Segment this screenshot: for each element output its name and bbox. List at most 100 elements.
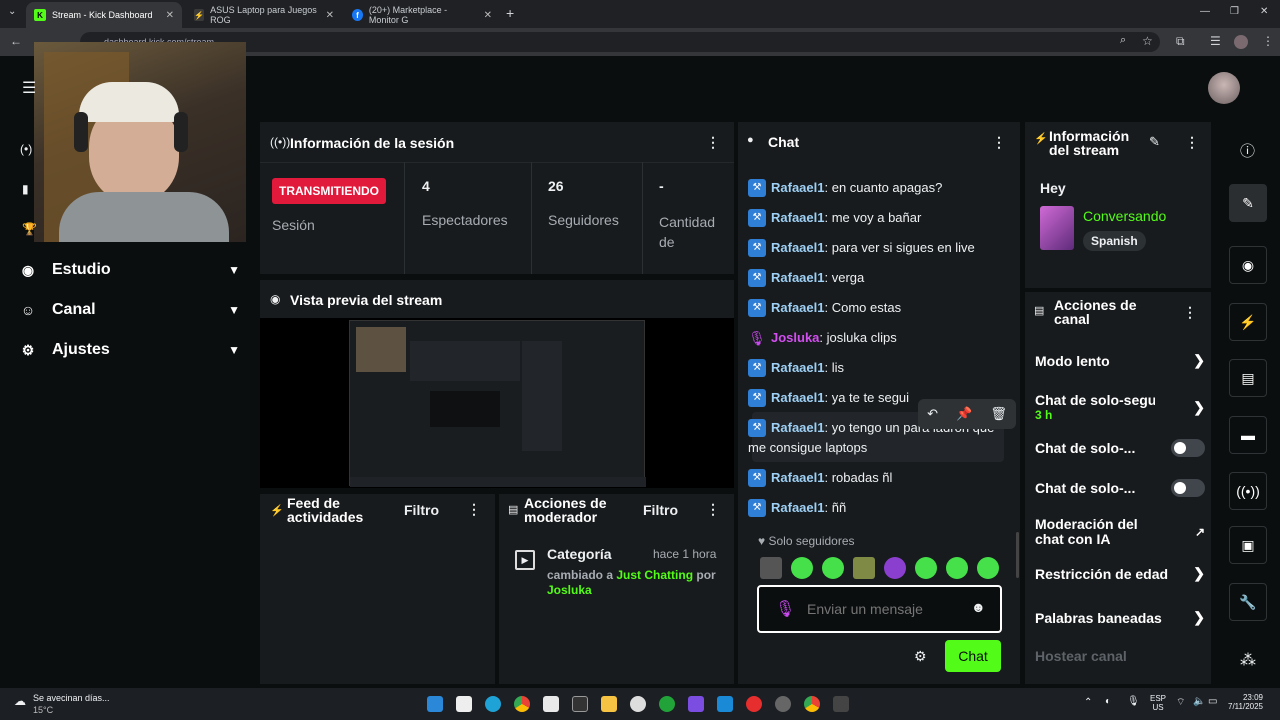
user-avatar[interactable] xyxy=(1208,72,1240,104)
close-window-icon[interactable]: ✕ xyxy=(1260,6,1268,17)
emote-icon[interactable] xyxy=(791,557,813,579)
chat-username[interactable]: Rafaael1 xyxy=(771,360,824,375)
chat-message-input[interactable] xyxy=(807,597,957,621)
category-name[interactable]: Conversando xyxy=(1083,208,1166,224)
weather-text[interactable]: Se avecinan días... xyxy=(33,693,110,703)
kebab-menu-icon[interactable]: ⋮ xyxy=(706,501,720,518)
xbox-icon[interactable] xyxy=(659,696,675,712)
emote-icon[interactable] xyxy=(822,557,844,579)
chat-input-box[interactable]: 🎙 ☻ xyxy=(757,585,1002,633)
logitech-icon[interactable] xyxy=(833,696,849,712)
battery-icon[interactable]: ▭ xyxy=(1208,696,1217,707)
chat-username[interactable]: Rafaael1 xyxy=(771,470,824,485)
clock[interactable]: 23:09 7/11/2025 xyxy=(1227,693,1263,711)
kebab-menu-icon[interactable]: ⋮ xyxy=(706,134,720,151)
notes-rail-icon[interactable]: ▤ xyxy=(1229,359,1267,397)
wifi-icon[interactable]: ⌔ xyxy=(1176,696,1185,709)
emote-icon[interactable] xyxy=(760,557,782,579)
chrome-icon[interactable] xyxy=(804,696,820,712)
tray-chevron-icon[interactable]: ⌃ xyxy=(1084,697,1092,708)
tray-app-icon[interactable]: ◐ xyxy=(1105,696,1111,707)
chat-username[interactable]: Rafaael1 xyxy=(771,210,824,225)
banned-words-row[interactable]: Palabras baneadas ❯ xyxy=(1035,609,1205,626)
stream-preview-video[interactable] xyxy=(349,320,646,487)
app-icon[interactable] xyxy=(746,696,762,712)
edge-icon[interactable] xyxy=(485,696,501,712)
task-view-icon[interactable] xyxy=(456,696,472,712)
send-chat-button[interactable]: Chat xyxy=(945,640,1001,672)
pin-icon[interactable]: 📌 xyxy=(956,406,972,422)
extensions-icon[interactable]: ⧉ xyxy=(1176,34,1185,49)
menu-icon[interactable]: ☰ xyxy=(22,78,36,98)
delete-icon[interactable]: 🗑 xyxy=(990,406,1007,422)
chat-username[interactable]: Rafaael1 xyxy=(771,300,824,315)
kebab-menu-icon[interactable]: ⋮ xyxy=(467,501,481,518)
profile-avatar-icon[interactable] xyxy=(1234,35,1248,49)
vscode-icon[interactable] xyxy=(717,696,733,712)
chat-username[interactable]: Rafaael1 xyxy=(771,420,824,435)
followers-chat-row[interactable]: Chat de solo-seguido 3 h ❯ xyxy=(1035,390,1205,424)
bolt-rail-icon[interactable]: ⚡ xyxy=(1229,303,1267,341)
nav-canal[interactable]: ☺ Canal ▼ xyxy=(20,295,240,325)
category-link[interactable]: Just Chatting xyxy=(616,568,693,582)
nav-estudio[interactable]: ◉ Estudio ▼ xyxy=(20,255,240,285)
chat-message[interactable]: ⚒ Rafaael1: Como estas xyxy=(748,298,1008,318)
weather-icon[interactable]: ☁ xyxy=(14,694,26,708)
live-icon[interactable]: (•) xyxy=(20,142,32,156)
user-link[interactable]: Josluka xyxy=(547,583,592,597)
app-icon[interactable] xyxy=(688,696,704,712)
maximize-icon[interactable]: ❐ xyxy=(1230,6,1239,17)
emote-chat-toggle[interactable] xyxy=(1171,479,1205,497)
tray-mic-icon[interactable]: 🎙 xyxy=(1127,696,1140,707)
video-rail-icon[interactable]: ▣ xyxy=(1229,526,1267,564)
chat-username[interactable]: Rafaael1 xyxy=(771,240,824,255)
store-icon[interactable] xyxy=(543,696,559,712)
nav-ajustes[interactable]: ⚙ Ajustes ▼ xyxy=(20,335,240,365)
file-explorer-icon[interactable] xyxy=(601,696,617,712)
chat-username[interactable]: Josluka xyxy=(771,330,819,345)
reply-icon[interactable]: ↶ xyxy=(927,406,938,422)
slow-mode-row[interactable]: Modo lento ❯ xyxy=(1035,352,1205,369)
zoom-icon[interactable]: ⌕ xyxy=(1120,34,1126,47)
filter-button[interactable]: Filtro xyxy=(643,502,678,518)
emote-icon[interactable] xyxy=(977,557,999,579)
chat-message[interactable]: ⚒ Rafaael1: me voy a bañar xyxy=(748,208,1008,228)
tab-search-icon[interactable]: ⌄ xyxy=(8,6,16,17)
close-tab-icon[interactable]: ✕ xyxy=(484,10,492,21)
chrome-menu-icon[interactable]: ⋮ xyxy=(1262,34,1274,48)
chat-message[interactable]: ⚒ Rafaael1: verga xyxy=(748,268,1008,288)
epic-games-icon[interactable] xyxy=(572,696,588,712)
emote-icon[interactable] xyxy=(946,557,968,579)
chat-settings-gear-icon[interactable]: ⚙ xyxy=(914,648,927,665)
analytics-icon[interactable]: ▮ xyxy=(22,182,29,196)
chat-message[interactable]: ⚒ Rafaael1: robadas ñl xyxy=(748,468,1008,488)
chat-message[interactable]: ⚒ Rafaael1: ññ xyxy=(748,498,1008,518)
edit-pencil-icon[interactable]: ✎ xyxy=(1149,134,1160,150)
tab-kick-dashboard[interactable]: K Stream - Kick Dashboard ✕ xyxy=(26,2,182,28)
tab-marketplace[interactable]: f (20+) Marketplace - Monitor G ✕ xyxy=(344,2,500,28)
chat-username[interactable]: Rafaael1 xyxy=(771,270,824,285)
ai-moderation-row[interactable]: Moderación del chat con IA ↗ xyxy=(1035,517,1205,547)
apps-icon[interactable]: ⁂ xyxy=(1240,650,1256,670)
info-icon[interactable]: ⓘ xyxy=(1240,140,1255,161)
trophy-icon[interactable]: 🏆 xyxy=(22,222,37,236)
close-tab-icon[interactable]: ✕ xyxy=(166,10,174,21)
close-tab-icon[interactable]: ✕ xyxy=(326,10,334,21)
emoji-icon[interactable]: ☻ xyxy=(971,599,986,615)
studio-rail-icon[interactable]: ◉ xyxy=(1229,246,1267,284)
chat-rail-icon[interactable]: ▬ xyxy=(1229,416,1267,454)
chat-scrollbar[interactable] xyxy=(1016,532,1019,578)
new-tab-icon[interactable]: + xyxy=(506,5,514,21)
chat-message[interactable]: ⚒ Rafaael1: lis xyxy=(748,358,1008,378)
chat-message[interactable]: 🎙 Josluka: josluka clips xyxy=(748,328,1008,348)
edit-layout-pencil-icon[interactable]: ✎ xyxy=(1229,184,1267,222)
language-indicator[interactable]: ESP US xyxy=(1150,694,1166,712)
emote-icon[interactable] xyxy=(853,557,875,579)
chat-message[interactable]: ⚒ Rafaael1: en cuanto apagas? xyxy=(748,178,1008,198)
tab-asus-laptop[interactable]: ⚡ ASUS Laptop para Juegos ROG ✕ xyxy=(186,2,342,28)
age-restriction-row[interactable]: Restricción de edad ❯ xyxy=(1035,565,1205,582)
volume-icon[interactable]: 🔈 xyxy=(1193,696,1205,707)
chat-username[interactable]: Rafaael1 xyxy=(771,500,824,515)
broadcast-rail-icon[interactable]: ((•)) xyxy=(1229,472,1267,510)
minimize-icon[interactable]: — xyxy=(1200,6,1210,17)
